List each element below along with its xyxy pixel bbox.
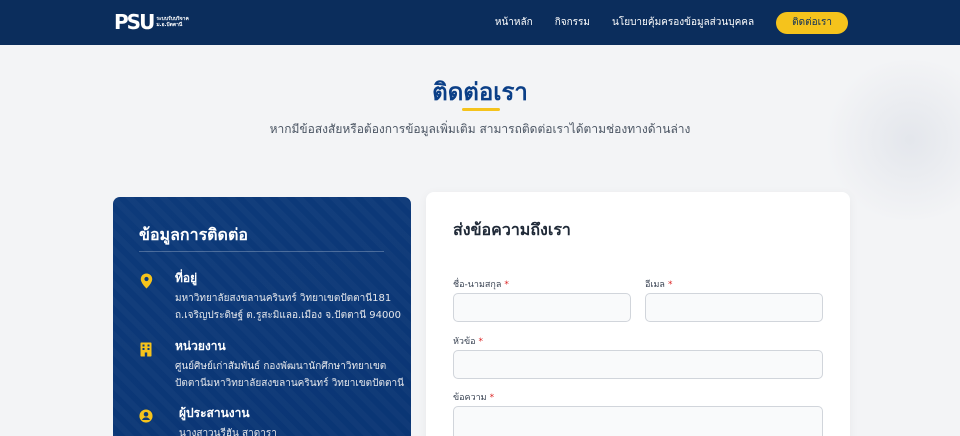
info-address-line-2: ถ.เจริญประดิษฐ์ ต.รูสะมิแลอ.เมือง จ.ปัตต…	[175, 310, 402, 321]
email-required-mark: *	[667, 280, 673, 290]
user-icon	[139, 408, 153, 424]
map-pin-icon	[139, 273, 153, 289]
subject-label-text: หัวข้อ	[453, 337, 476, 347]
contact-info-title: ข้อมูลการติดต่อ	[139, 225, 248, 244]
nav-contact-button[interactable]: ติดต่อเรา	[776, 11, 848, 34]
message-label-text: ข้อความ	[453, 393, 487, 403]
email-label: อีเมล *	[645, 277, 672, 291]
info-coordinator-name: นางสาวนูรีฮัน สาดารา	[179, 428, 277, 436]
contact-info-card: ข้อมูลการติดต่อ ที่อยู่ มหาวิทยาลัยสงขลา…	[113, 197, 411, 436]
nav-link-home[interactable]: หน้าหลัก	[495, 15, 533, 30]
name-label-text: ชื่อ-นามสกุล	[453, 280, 502, 290]
nav-link-privacy-policy[interactable]: นโยบายคุ้มครองข้อมูลส่วนบุคคล	[612, 15, 754, 30]
subject-label: หัวข้อ *	[453, 334, 483, 348]
nav-links: หน้าหลัก กิจกรรม นโยบายคุ้มครองข้อมูลส่ว…	[473, 0, 848, 45]
page-subtitle: หากมีข้อสงสัยหรือต้องการข้อมูลเพิ่มเติม …	[269, 122, 691, 136]
contact-info-divider	[139, 251, 384, 252]
contact-form-card: ส่งข้อความถึงเรา ชื่อ-นามสกุล * อีเมล * หั…	[426, 192, 850, 436]
logo-text: ระบบรับบริจาค ม.อ.ปัตตานี	[156, 16, 189, 28]
top-navbar: PSU ระบบรับบริจาค ม.อ.ปัตตานี หน้าหลัก ก…	[0, 0, 960, 45]
name-required-mark: *	[504, 280, 509, 290]
info-label-organization: หน่วยงาน	[175, 339, 226, 353]
info-organization-line-2: ปัตตานีมหาวิทยาลัยสงขลานครินทร์ วิทยาเขต…	[175, 378, 404, 389]
info-item-address: ที่อยู่ มหาวิทยาลัยสงขลานครินทร์ วิทยาเข…	[139, 269, 401, 325]
building-icon	[139, 341, 153, 357]
page-title: ติดต่อเรา	[432, 78, 528, 106]
info-item-organization: หน่วยงาน ศูนย์ศิษย์เก่าสัมพันธ์ กองพัฒนา…	[139, 337, 404, 393]
message-label: ข้อความ *	[453, 390, 494, 404]
email-input[interactable]	[645, 293, 823, 322]
name-label: ชื่อ-นามสกุล *	[453, 277, 509, 291]
email-label-text: อีเมล	[645, 280, 665, 290]
message-textarea[interactable]	[453, 406, 823, 436]
title-underline	[462, 108, 500, 111]
logo-mark: PSU	[114, 10, 155, 34]
name-input[interactable]	[453, 293, 631, 322]
info-item-coordinator: ผู้ประสานงาน นางสาวนูรีฮัน สาดารา	[139, 404, 389, 436]
subject-required-mark: *	[478, 337, 484, 347]
nav-link-activities[interactable]: กิจกรรม	[555, 15, 590, 30]
info-label-address: ที่อยู่	[175, 271, 198, 285]
info-address-line-1: มหาวิทยาลัยสงขลานครินทร์ วิทยาเขตปัตตานี…	[175, 293, 392, 304]
info-organization-line-1: ศูนย์ศิษย์เก่าสัมพันธ์ กองพัฒนานักศึกษาว…	[175, 361, 387, 372]
message-required-mark: *	[489, 393, 495, 403]
subject-input[interactable]	[453, 350, 823, 379]
form-title: ส่งข้อความถึงเรา	[453, 220, 571, 239]
site-logo[interactable]: PSU ระบบรับบริจาค ม.อ.ปัตตานี	[114, 10, 189, 34]
logo-line-2: ม.อ.ปัตตานี	[156, 22, 183, 28]
info-label-coordinator: ผู้ประสานงาน	[179, 406, 250, 420]
